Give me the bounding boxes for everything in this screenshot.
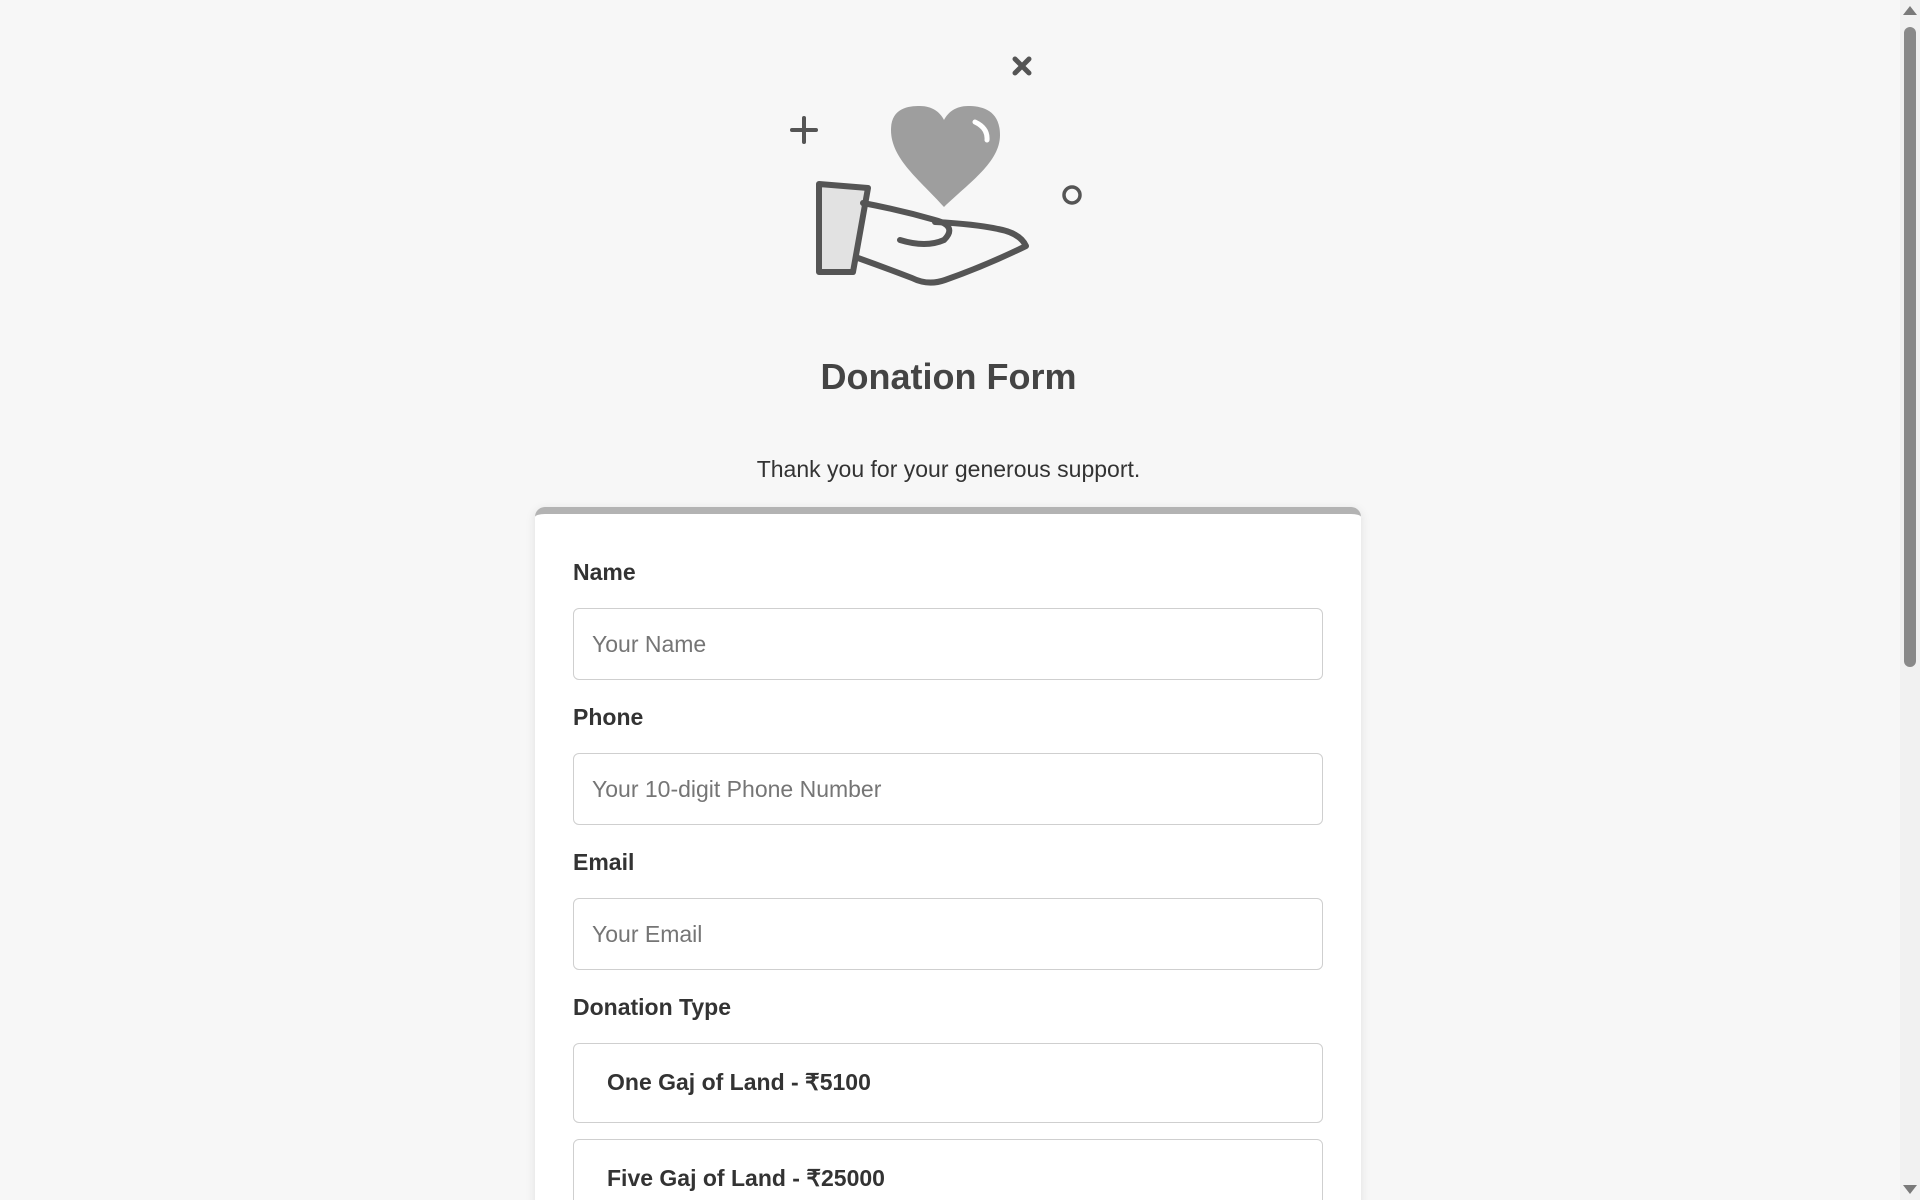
- email-input[interactable]: [573, 898, 1323, 970]
- email-label: Email: [573, 849, 635, 875]
- donation-page: Donation Form Thank you for your generou…: [0, 0, 1900, 1200]
- donation-option-label: One Gaj of Land - ₹5100: [607, 1069, 871, 1095]
- plus-sparkle-icon: [790, 116, 818, 144]
- scroll-up-arrow-icon[interactable]: [1903, 6, 1917, 15]
- scrollbar-thumb[interactable]: [1904, 27, 1916, 667]
- donation-type-label: Donation Type: [573, 994, 732, 1020]
- scroll-down-arrow-icon[interactable]: [1903, 1185, 1917, 1194]
- circle-sparkle-icon: [1062, 185, 1082, 205]
- name-input[interactable]: [573, 608, 1323, 680]
- donation-option-label: Five Gaj of Land - ₹25000: [607, 1165, 885, 1191]
- page-subtitle: Thank you for your generous support.: [756, 456, 1141, 482]
- phone-label: Phone: [573, 704, 644, 730]
- donation-option-one-gaj[interactable]: One Gaj of Land - ₹5100: [573, 1043, 1323, 1123]
- donation-form: Name Phone Email Donation Type One Gaj o…: [535, 507, 1361, 1200]
- heart-icon: [891, 106, 1000, 207]
- name-label: Name: [573, 559, 636, 585]
- cross-sparkle-icon: [1012, 56, 1032, 76]
- phone-input[interactable]: [573, 753, 1323, 825]
- vertical-scrollbar[interactable]: [1900, 0, 1920, 1200]
- donation-option-five-gaj[interactable]: Five Gaj of Land - ₹25000: [573, 1139, 1323, 1200]
- page-title: Donation Form: [820, 356, 1077, 397]
- hand-holding-heart-icon: [790, 56, 1082, 286]
- hero-illustration: [770, 40, 1120, 310]
- hand-icon: [816, 181, 1029, 286]
